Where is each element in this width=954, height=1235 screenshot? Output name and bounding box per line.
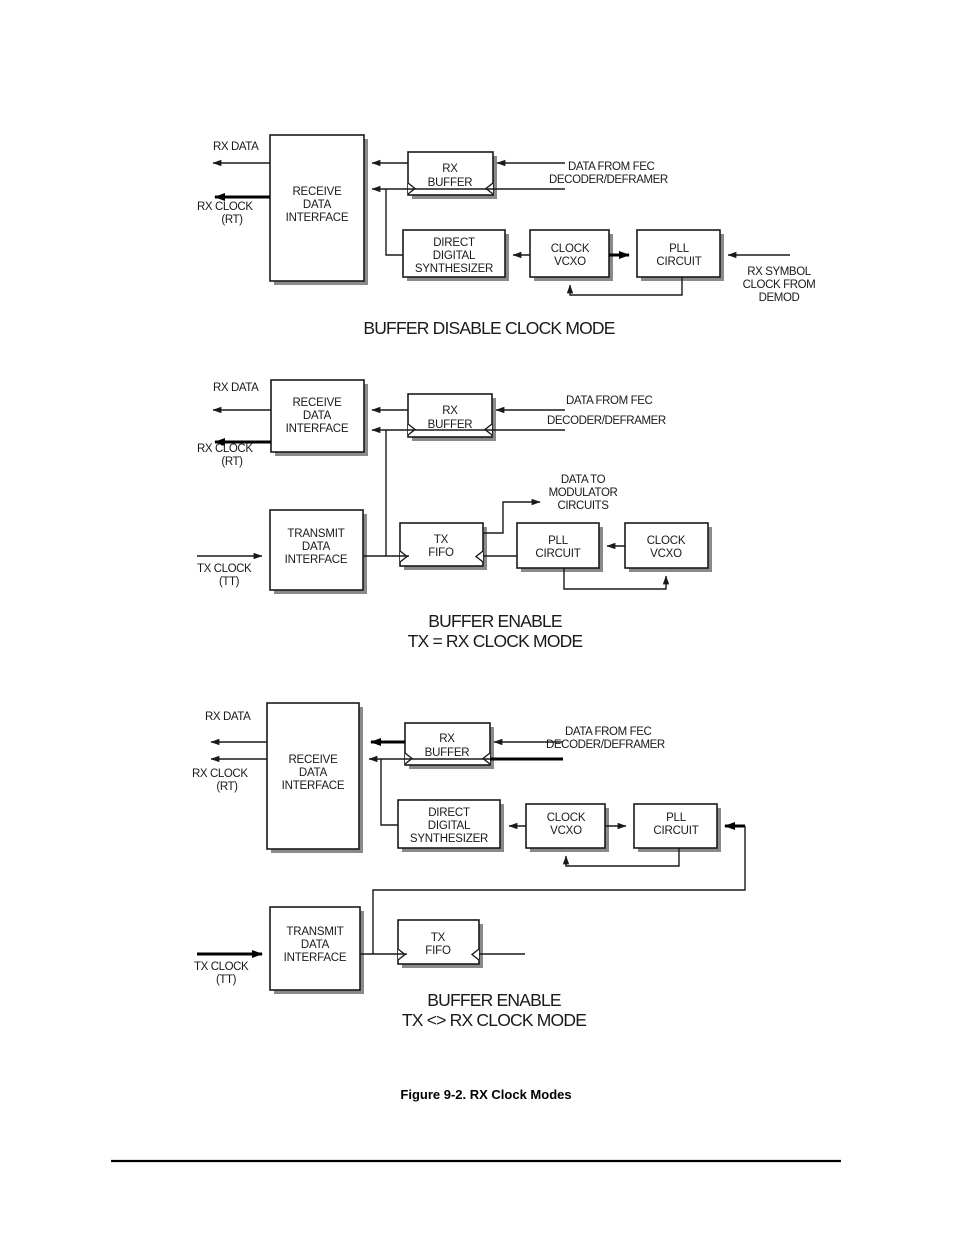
mode-title-buffer-enable2-line2: TX <> RX CLOCK MODE [402, 1010, 586, 1030]
block-label-line: CIRCUIT [656, 256, 701, 268]
block-pll-circuit: PLL CIRCUIT [636, 229, 724, 281]
label-tx-clock-tt: (TT) [219, 576, 240, 588]
block-receive-data-interface: RECEIVE DATA INTERFACE [266, 702, 363, 853]
mode-title-buffer-enable2-line1: BUFFER ENABLE [427, 990, 561, 1010]
block-label-line: RECEIVE [292, 186, 342, 198]
block-transmit-data-interface: TRANSMIT DATA INTERFACE [269, 906, 364, 994]
mode-title-buffer-disable: BUFFER DISABLE CLOCK MODE [363, 318, 614, 338]
block-label-line: PLL [666, 812, 687, 824]
label-rx-data: RX DATA [213, 382, 259, 394]
block-direct-digital-synthesizer: DIRECT DIGITAL SYNTHESIZER [397, 799, 504, 852]
label-data-to-modulator-3: CIRCUITS [557, 500, 609, 512]
block-label-line: DATA [301, 939, 330, 951]
label-data-from-fec-2: DECODER/DEFRAMER [546, 739, 665, 751]
block-pll-circuit: PLL CIRCUIT [633, 803, 721, 852]
block-receive-data-interface: RECEIVE DATA INTERFACE [270, 379, 368, 456]
block-label-line: DATA [303, 410, 332, 422]
block-label-line: CLOCK [647, 535, 686, 547]
label-rx-clock: RX CLOCK [192, 768, 248, 780]
block-label-line: DIGITAL [433, 250, 476, 262]
label-tx-clock: TX CLOCK [194, 961, 249, 973]
block-transmit-data-interface: TRANSMIT DATA INTERFACE [269, 509, 367, 594]
line-dds-to-rdi-clock [380, 759, 398, 826]
block-label-line: CIRCUIT [653, 825, 698, 837]
block-label-line: CIRCUIT [535, 548, 580, 560]
label-rx-clock-rt: (RT) [221, 214, 243, 226]
block-label-line: VCXO [550, 825, 582, 837]
label-rx-data: RX DATA [205, 711, 251, 723]
label-rx-symbol-1: RX SYMBOL [747, 266, 812, 278]
block-label-line: RECEIVE [292, 397, 342, 409]
label-rx-symbol-3: DEMOD [759, 292, 800, 304]
block-tx-fifo: TX FIFO [399, 522, 487, 570]
block-label-line: PLL [669, 243, 690, 255]
label-data-to-modulator-2: MODULATOR [549, 487, 618, 499]
diagram-buffer-disable-clock-mode: RECEIVE DATA INTERFACE RX BUFFER DIRECT … [197, 134, 816, 338]
block-label-line: RX [442, 405, 458, 417]
diagram-buffer-enable-tx-equals-rx: RECEIVE DATA INTERFACE RX BUFFER TRANSMI… [197, 379, 712, 651]
mode-title-buffer-enable-line1: BUFFER ENABLE [428, 611, 562, 631]
block-label-line: INTERFACE [282, 780, 345, 792]
block-clock-vcxo: CLOCK VCXO [525, 803, 609, 852]
block-label-line: DATA [299, 767, 328, 779]
block-label-line: PLL [548, 535, 569, 547]
rx-clock-modes-figure: RECEIVE DATA INTERFACE RX BUFFER DIRECT … [111, 134, 841, 1163]
figure-caption: Figure 9-2. RX Clock Modes [400, 1087, 571, 1102]
block-label-line: RX [442, 163, 458, 175]
block-label-line: RECEIVE [288, 754, 338, 766]
label-rx-clock-rt: (RT) [221, 456, 243, 468]
block-label-line: DATA [302, 541, 331, 553]
block-label-line: INTERFACE [284, 952, 347, 964]
block-label-line: DATA [303, 199, 332, 211]
label-rx-clock-rt: (RT) [216, 781, 238, 793]
block-label-line: RX [439, 733, 455, 745]
label-rx-clock: RX CLOCK [197, 201, 253, 213]
block-label-line: INTERFACE [286, 423, 349, 435]
label-tx-clock: TX CLOCK [197, 563, 252, 575]
block-label-line: DIRECT [433, 237, 475, 249]
label-data-from-fec-2: DECODER/DEFRAMER [549, 174, 668, 186]
block-label-line: BUFFER [425, 747, 470, 759]
block-clock-vcxo: CLOCK VCXO [529, 229, 613, 281]
block-label-line: TX [434, 534, 449, 546]
label-data-from-fec-1: DATA FROM FEC [565, 726, 651, 738]
block-label-line: TX [431, 932, 446, 944]
label-rx-clock: RX CLOCK [197, 443, 253, 455]
block-rx-buffer: RX BUFFER [407, 151, 497, 199]
document-page: RECEIVE DATA INTERFACE RX BUFFER DIRECT … [0, 0, 954, 1235]
block-tx-fifo: TX FIFO [397, 919, 483, 968]
block-rx-buffer: RX BUFFER [404, 722, 494, 769]
label-data-to-modulator-1: DATA TO [561, 474, 606, 486]
block-label-line: TRANSMIT [286, 926, 343, 938]
label-data-from-fec-1: DATA FROM FEC [568, 161, 654, 173]
label-data-from-fec-2: DECODER/DEFRAMER [547, 415, 666, 427]
block-label-line: INTERFACE [286, 212, 349, 224]
block-direct-digital-synthesizer: DIRECT DIGITAL SYNTHESIZER [402, 229, 509, 281]
block-label-line: BUFFER [428, 419, 473, 431]
block-pll-circuit: PLL CIRCUIT [516, 522, 603, 572]
label-rx-symbol-2: CLOCK FROM [743, 279, 816, 291]
block-label-line: SYNTHESIZER [410, 833, 488, 845]
line-dds-to-rdi-clock [385, 189, 403, 256]
mode-title-buffer-enable-line2: TX = RX CLOCK MODE [408, 631, 583, 651]
block-label-line: CLOCK [551, 243, 590, 255]
label-data-from-fec-1: DATA FROM FEC [566, 395, 652, 407]
block-label-line: SYNTHESIZER [415, 263, 493, 275]
block-receive-data-interface: RECEIVE DATA INTERFACE [269, 134, 368, 285]
block-label-line: CLOCK [547, 812, 586, 824]
block-label-line: DIRECT [428, 807, 470, 819]
block-label-line: FIFO [428, 547, 454, 559]
block-label-line: VCXO [554, 256, 586, 268]
block-label-line: TRANSMIT [287, 528, 344, 540]
block-clock-vcxo: CLOCK VCXO [624, 522, 712, 572]
block-label-line: INTERFACE [285, 554, 348, 566]
label-rx-data: RX DATA [213, 141, 259, 153]
block-label-line: FIFO [425, 945, 451, 957]
block-rx-buffer: RX BUFFER [407, 393, 496, 441]
block-label-line: BUFFER [428, 177, 473, 189]
block-label-line: DIGITAL [428, 820, 471, 832]
diagram-buffer-enable-tx-not-equal-rx: RECEIVE DATA INTERFACE RX BUFFER DIRECT … [192, 702, 746, 1030]
block-label-line: VCXO [650, 548, 682, 560]
label-tx-clock-tt: (TT) [216, 974, 237, 986]
